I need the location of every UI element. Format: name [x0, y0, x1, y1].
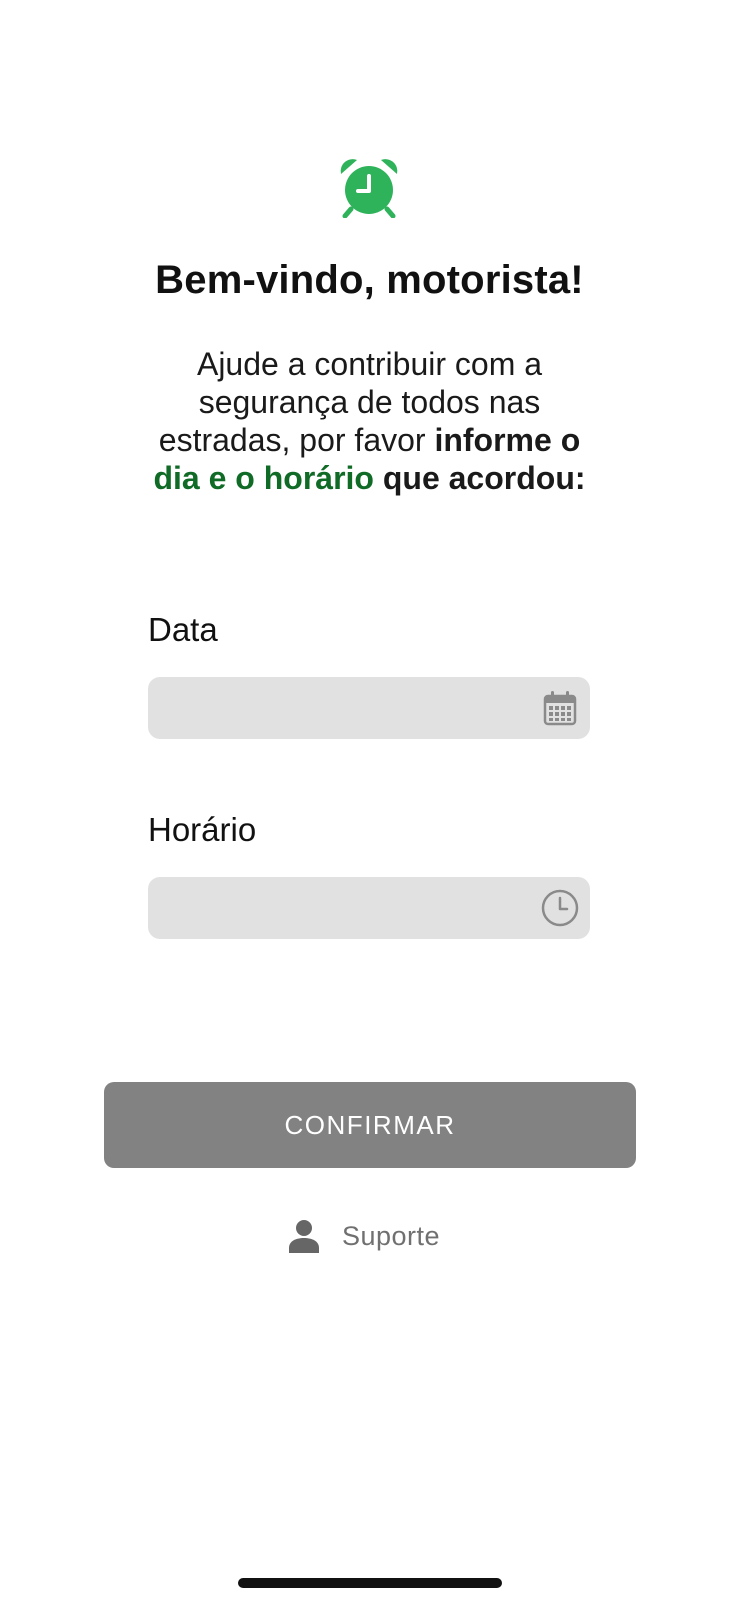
instructions-bold-end: que acordou: [373, 460, 586, 496]
confirm-button[interactable]: CONFIRMAR [104, 1082, 636, 1168]
page-title: Bem-vindo, motorista! [155, 258, 584, 302]
date-input[interactable] [164, 677, 528, 741]
date-field[interactable] [148, 677, 590, 741]
time-input[interactable] [164, 877, 528, 941]
calendar-icon[interactable] [540, 688, 580, 728]
person-icon [289, 1220, 319, 1253]
time-field[interactable] [148, 877, 590, 941]
support-label: Suporte [342, 1220, 441, 1251]
alarm-clock-icon [340, 159, 398, 218]
instructions-bold: informe o [434, 422, 581, 458]
clock-icon[interactable] [540, 888, 580, 928]
time-label: Horário [148, 811, 257, 848]
home-indicator[interactable] [238, 1578, 502, 1588]
support-link[interactable]: Suporte [288, 1214, 440, 1258]
instructions-highlight: dia e o horário [153, 460, 374, 496]
instructions-text: Ajude a contribuir com a segurança de to… [140, 345, 599, 497]
date-label: Data [148, 611, 218, 648]
welcome-screen: Bem-vindo, motorista! Ajude a contribuir… [0, 0, 739, 1600]
